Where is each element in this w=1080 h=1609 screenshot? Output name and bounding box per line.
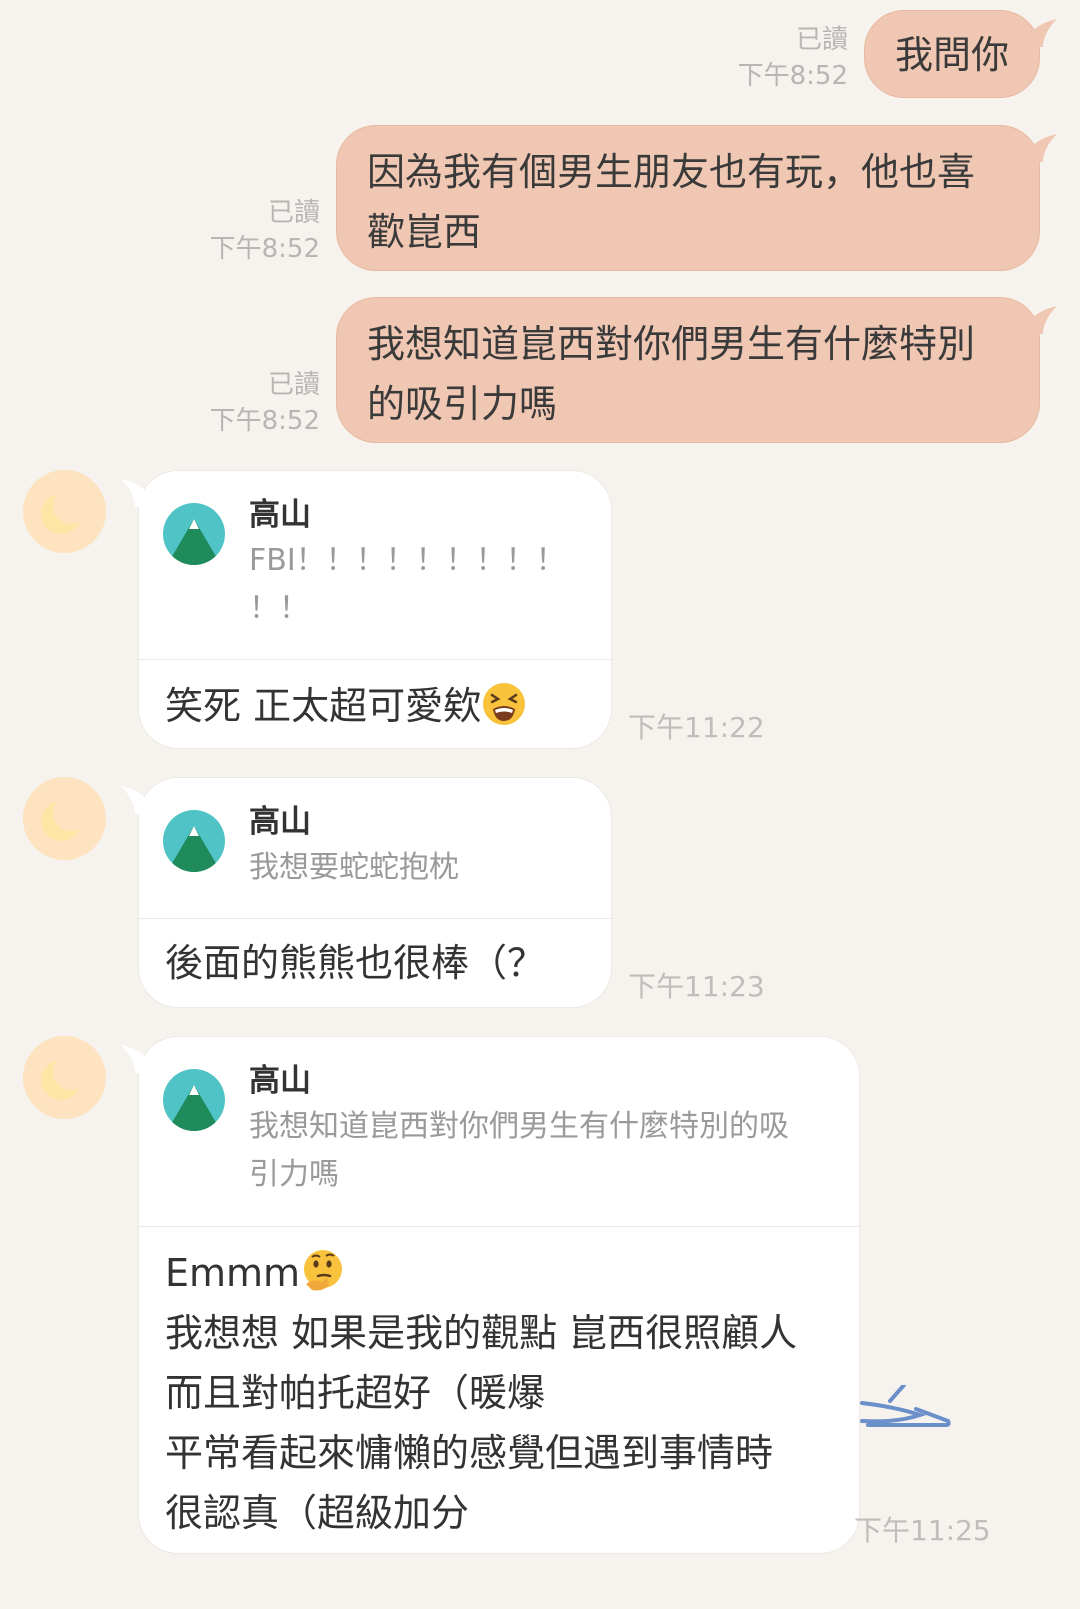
reply-text-line: 平常看起來慵懶的感覺但遇到事情時 xyxy=(165,1431,774,1475)
thinking-face-emoji xyxy=(300,1248,346,1294)
quoted-user-avatar xyxy=(163,1069,225,1131)
reply-text: 笑死 正太超可愛欸 xyxy=(139,660,611,736)
reply-text-first: Emmm xyxy=(165,1251,301,1295)
message-time: 下午8:52 xyxy=(209,234,320,264)
reply-text-line: 我想想 如果是我的觀點 崑西很照顧人 xyxy=(165,1311,798,1355)
bubble-tail xyxy=(1017,19,1057,47)
quoted-user-name: 高山 xyxy=(249,804,311,840)
sent-message[interactable]: 已讀 下午8:52 我問你 xyxy=(738,10,1057,98)
reply-text-line: 而且對帕托超好（暖爆 xyxy=(165,1371,546,1415)
message-meta: 已讀 下午8:52 xyxy=(210,367,320,439)
quoted-message[interactable]: 高山 FBI！！！！！！！！！ ！！ xyxy=(139,471,611,660)
quoted-text: 我想要蛇蛇抱枕 xyxy=(249,844,459,892)
read-receipt: 已讀 xyxy=(795,25,848,55)
sender-avatar[interactable] xyxy=(23,777,106,860)
quoted-message[interactable]: 高山 我想知道崑西對你們男生有什麼特別的吸 引力嗎 xyxy=(139,1037,859,1227)
reply-message-card[interactable]: 高山 我想要蛇蛇抱枕 後面的熊熊也很棒（？ xyxy=(121,777,612,1008)
reply-message-card[interactable]: 高山 FBI！！！！！！！！！ ！！ 笑死 正太超可愛欸 xyxy=(121,470,612,749)
quoted-text: 我想知道崑西對你們男生有什麼特別的吸 引力嗎 xyxy=(249,1103,789,1199)
message-text-line: 歡崑西 xyxy=(367,210,482,254)
crescent-moon-avatar-icon xyxy=(23,777,106,860)
quoted-text-line: FBI！！！！！！！！！ xyxy=(249,543,566,578)
quoted-text-line: 引力嗎 xyxy=(249,1157,339,1192)
sent-message[interactable]: 已讀 下午8:52 我想知道崑西對你們男生有什麼特別 的吸引力嗎 xyxy=(210,297,1057,443)
sent-message[interactable]: 已讀 下午8:52 因為我有個男生朋友也有玩，他也喜 歡崑西 xyxy=(210,125,1057,271)
read-receipt: 已讀 xyxy=(267,198,320,228)
mountain-avatar-icon xyxy=(163,810,225,872)
quoted-user-name: 高山 xyxy=(249,497,311,533)
message-text-line: 我想知道崑西對你們男生有什麼特別 xyxy=(367,322,976,366)
read-receipt: 已讀 xyxy=(267,370,320,400)
sent-bubble[interactable]: 我問你 xyxy=(864,10,1057,98)
reply-text-line: 很認真（超級加分 xyxy=(165,1491,470,1535)
sender-avatar[interactable] xyxy=(23,470,106,553)
message-time: 下午8:52 xyxy=(737,61,848,91)
quoted-text-line: 我想知道崑西對你們男生有什麼特別的吸 xyxy=(249,1109,789,1144)
message-meta: 已讀 下午8:52 xyxy=(738,22,848,94)
message-time: 下午8:52 xyxy=(209,406,320,436)
reply-message-card[interactable]: 高山 我想知道崑西對你們男生有什麼特別的吸 引力嗎 Emmm 我想想 如果是我的… xyxy=(121,1036,860,1554)
reply-text-line: 笑死 正太超可愛欸 xyxy=(165,684,482,728)
crescent-moon-avatar-icon xyxy=(23,470,106,553)
sent-bubble[interactable]: 因為我有個男生朋友也有玩，他也喜 歡崑西 xyxy=(336,125,1057,271)
bubble-tail xyxy=(1017,306,1057,334)
reply-text: Emmm 我想想 如果是我的觀點 崑西很照顧人 而且對帕托超好（暖爆 平常看起來… xyxy=(139,1227,859,1543)
crescent-moon-avatar-icon xyxy=(23,1036,106,1119)
message-time: 下午11:22 xyxy=(628,711,765,744)
quoted-text-line: 我想要蛇蛇抱枕 xyxy=(249,850,459,885)
message-text: 我問你 xyxy=(895,33,1010,77)
reply-text: 後面的熊熊也很棒（？ xyxy=(139,919,611,993)
quoted-user-name: 高山 xyxy=(249,1063,311,1099)
reply-text-line: 後面的熊熊也很棒（？ xyxy=(165,941,546,985)
sender-avatar[interactable] xyxy=(23,1036,106,1119)
quoted-text-line: ！！ xyxy=(249,591,309,626)
tired-face-emoji xyxy=(481,681,527,727)
reply-text-line: Emmm xyxy=(165,1243,833,1303)
message-time: 下午11:25 xyxy=(854,1514,991,1547)
quoted-text: FBI！！！！！！！！！ ！！ xyxy=(249,537,566,633)
quoted-user-avatar xyxy=(163,810,225,872)
mountain-avatar-icon xyxy=(163,503,225,565)
message-text-line: 因為我有個男生朋友也有玩，他也喜 xyxy=(367,150,976,194)
message-time: 下午11:23 xyxy=(628,970,765,1003)
bubble-tail xyxy=(1017,134,1057,162)
message-text-line: 的吸引力嗎 xyxy=(367,382,558,426)
message-meta: 已讀 下午8:52 xyxy=(210,195,320,267)
mountain-avatar-icon xyxy=(163,1069,225,1131)
quoted-user-avatar xyxy=(163,503,225,565)
sent-bubble[interactable]: 我想知道崑西對你們男生有什麼特別 的吸引力嗎 xyxy=(336,297,1057,443)
paper-plane-doodle-icon xyxy=(860,1385,951,1427)
quoted-message[interactable]: 高山 我想要蛇蛇抱枕 xyxy=(139,778,611,919)
